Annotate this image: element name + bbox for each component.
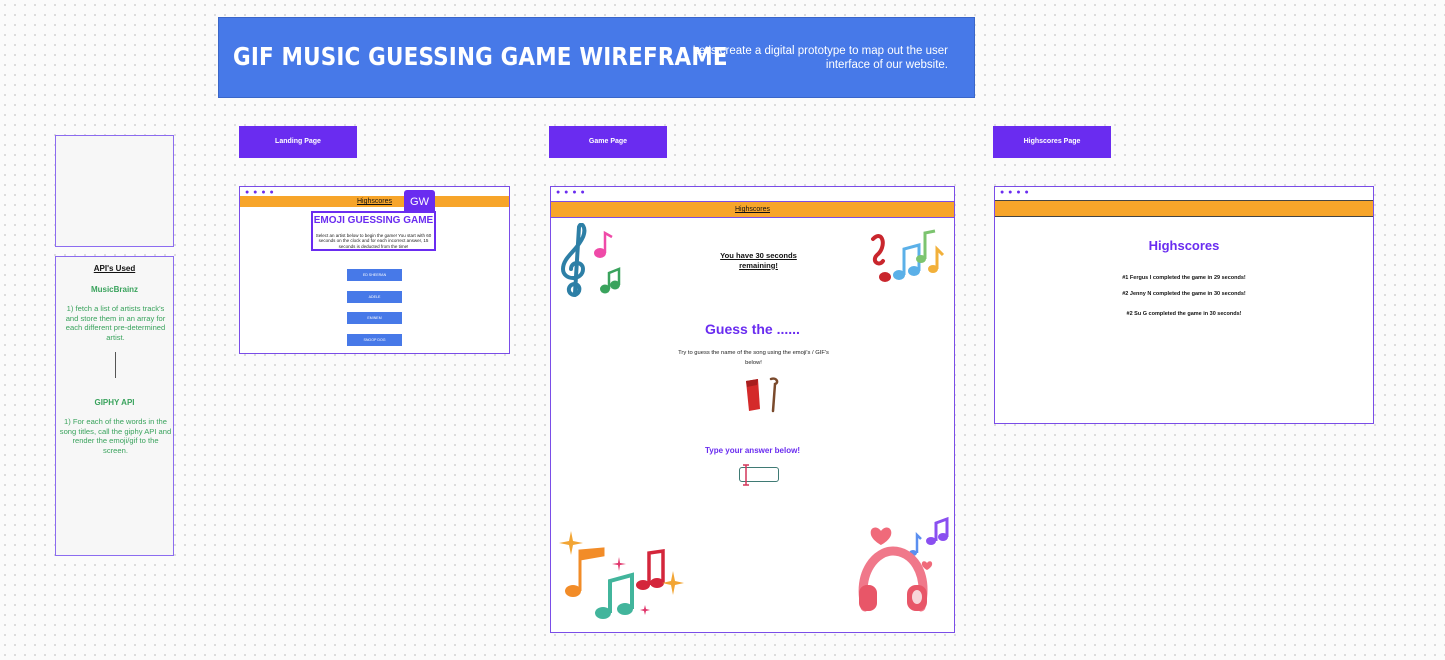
navbar: Highscores [240, 196, 509, 207]
game-page-wireframe: ● ● ● ● Highscores You have 30 seconds r… [550, 186, 955, 633]
timer-text: You have 30 seconds remaining! [720, 251, 797, 270]
treble-clef-notes-icon [560, 223, 621, 297]
emoji-clue-icon [746, 377, 779, 413]
sparkle-music-notes-icon [559, 531, 684, 619]
text-cursor-icon [743, 464, 749, 486]
score-row: #2 Jenny N completed the game in 30 seco… [1122, 291, 1246, 297]
guess-heading: Guess the ...... [705, 321, 800, 337]
window-dots: ● ● ● ● [556, 189, 586, 196]
highscores-page-wireframe: ● ● ● ● Highscores #1 Fergus I completed… [994, 186, 1374, 424]
answer-heading: Type your answer below! [705, 446, 800, 455]
connector-line [115, 352, 116, 378]
score-row: #2 Su G completed the game in 30 seconds… [1126, 311, 1242, 317]
landing-page-wireframe: ● ● ● ● Highscores GW EMOJI GUESSING GAM… [239, 186, 510, 354]
artist-button-eminem[interactable]: EMINEM [347, 312, 402, 324]
apis-heading: API's Used [93, 264, 136, 273]
artist-button-adele[interactable]: ADELE [347, 291, 402, 303]
landing-intro: Select an artist below to begin the game… [315, 233, 432, 249]
tab-highscores-page[interactable]: Highscores Page [993, 126, 1111, 158]
music-notes-icon [871, 229, 945, 282]
musicbrainz-description: 1) fetch a list of artists track's and s… [65, 304, 166, 342]
highscores-heading: Highscores [1148, 238, 1220, 253]
navbar: Highscores [551, 201, 954, 218]
landing-title: EMOJI GUESSING GAME [313, 215, 434, 226]
artist-button-snoop-dog[interactable]: SNOOP DOG [347, 334, 402, 346]
page-title: GIF MUSIC GUESSING GAME WIREFRAME [233, 42, 728, 71]
highscores-link[interactable]: Highscores [357, 198, 392, 205]
landing-hero: EMOJI GUESSING GAME Select an artist bel… [311, 211, 436, 251]
giphy-description: 1) For each of the words in the song tit… [59, 417, 172, 455]
apis-used-note[interactable]: API's Used MusicBrainz 1) fetch a list o… [55, 256, 174, 556]
artist-button-ed-sheeran[interactable]: ED SHEERAN [347, 269, 402, 281]
highscores-link[interactable]: Highscores [735, 206, 770, 213]
guess-instructions: Try to guess the name of the song using … [678, 350, 829, 366]
tab-game-page[interactable]: Game Page [549, 126, 667, 158]
empty-sticky-note[interactable] [55, 135, 174, 247]
window-dots: ● ● ● ● [1000, 189, 1030, 196]
navbar [995, 200, 1373, 217]
headphones-icon [858, 516, 949, 612]
musicbrainz-title: MusicBrainz [90, 285, 139, 294]
giphy-title: GIPHY API [94, 398, 135, 407]
header-banner: GIF MUSIC GUESSING GAME WIREFRAME Let's … [218, 17, 975, 98]
tab-landing-page[interactable]: Landing Page [239, 126, 357, 158]
score-row: #1 Fergus I completed the game in 29 sec… [1122, 275, 1246, 281]
page-subtitle: Let's create a digital prototype to map … [692, 45, 948, 71]
